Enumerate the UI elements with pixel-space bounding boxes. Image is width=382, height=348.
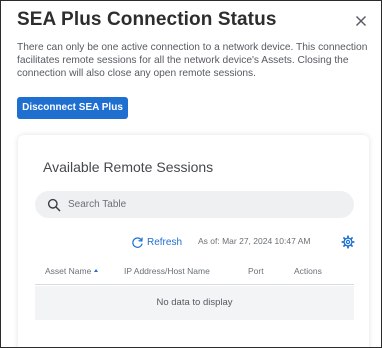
close-button[interactable] xyxy=(353,13,369,29)
search-field[interactable] xyxy=(35,191,354,218)
panel-title: Available Remote Sessions xyxy=(43,159,214,175)
table-header-divider xyxy=(35,284,354,285)
last-updated-timestamp: As of: Mar 27, 2024 10:47 AM xyxy=(198,236,311,246)
column-header-asset-name[interactable]: Asset Name xyxy=(45,266,99,276)
table-empty-row: No data to display xyxy=(35,286,354,320)
column-header-ip-address[interactable]: IP Address/Host Name xyxy=(124,266,210,276)
gear-icon[interactable] xyxy=(341,235,355,249)
disconnect-button[interactable]: Disconnect SEA Plus xyxy=(17,97,128,119)
refresh-icon xyxy=(132,236,143,248)
close-icon xyxy=(356,16,366,26)
remote-sessions-panel: Available Remote Sessions Refresh As of:… xyxy=(18,135,369,347)
column-header-label: Asset Name xyxy=(45,266,92,276)
column-header-actions: Actions xyxy=(294,266,322,276)
dialog-title: SEA Plus Connection Status xyxy=(17,9,277,30)
connection-status-dialog: SEA Plus Connection Status There can onl… xyxy=(0,0,382,348)
refresh-button[interactable]: Refresh xyxy=(131,235,182,249)
dialog-description: There can only be one active connection … xyxy=(17,42,368,79)
search-icon xyxy=(47,198,61,212)
refresh-label: Refresh xyxy=(147,236,183,248)
column-header-port[interactable]: Port xyxy=(248,266,264,276)
search-input[interactable] xyxy=(68,195,338,214)
sort-ascending-icon xyxy=(94,269,99,272)
empty-state-message: No data to display xyxy=(156,297,233,308)
